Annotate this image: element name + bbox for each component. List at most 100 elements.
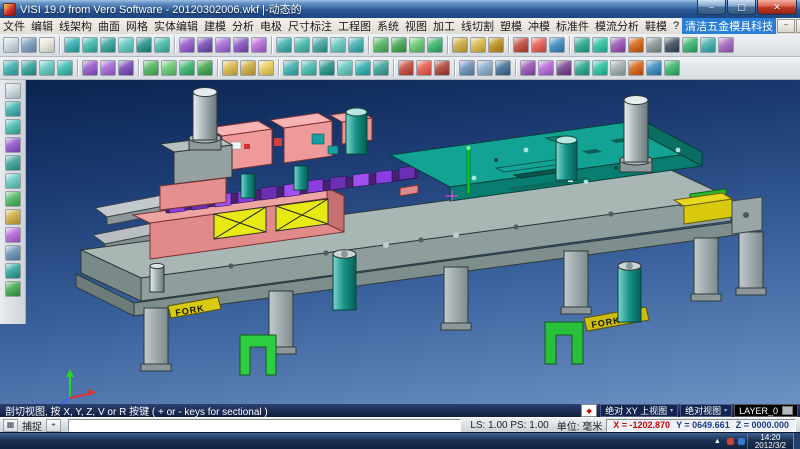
- toolbar-icon[interactable]: [5, 119, 21, 135]
- guide-post-right[interactable]: [620, 96, 652, 173]
- toolbar-icon[interactable]: [215, 37, 231, 53]
- menu-item[interactable]: 线架构: [56, 18, 95, 34]
- toolbar-icon[interactable]: [610, 60, 626, 76]
- menu-item[interactable]: 冲模: [525, 18, 553, 34]
- toolbar-icon[interactable]: [276, 37, 292, 53]
- toolbar-icon[interactable]: [373, 60, 389, 76]
- toolbar-icon[interactable]: [5, 173, 21, 189]
- toolbar-icon[interactable]: [21, 60, 37, 76]
- toolbar-icon[interactable]: [664, 60, 680, 76]
- toolbar-icon[interactable]: [398, 60, 414, 76]
- menu-item[interactable]: 曲面: [95, 18, 123, 34]
- toolbar-icon[interactable]: [161, 60, 177, 76]
- toolbar-icon[interactable]: [409, 37, 425, 53]
- view-selector-absolute[interactable]: 绝对视图 ▾: [680, 404, 732, 417]
- menu-item[interactable]: 分析: [229, 18, 257, 34]
- menu-item[interactable]: 工程图: [335, 18, 374, 34]
- cad-model-canvas[interactable]: FORK FORK: [26, 80, 800, 404]
- menu-item[interactable]: 鞋模: [642, 18, 670, 34]
- menu-item[interactable]: 塑模: [497, 18, 525, 34]
- menu-item[interactable]: 线切割: [458, 18, 497, 34]
- toolbar-icon[interactable]: [3, 37, 19, 53]
- toolbar-icon[interactable]: [82, 37, 98, 53]
- toolbar-icon[interactable]: [628, 60, 644, 76]
- menu-item-highlight[interactable]: 清洁五金模具科技: [682, 18, 776, 34]
- toolbar-icon[interactable]: [5, 281, 21, 297]
- toolbar-icon[interactable]: [21, 37, 37, 53]
- toolbar-icon[interactable]: [574, 37, 590, 53]
- toolbar-icon[interactable]: [100, 37, 116, 53]
- toolbar-icon[interactable]: [179, 37, 195, 53]
- toolbar-icon[interactable]: [592, 37, 608, 53]
- menu-item[interactable]: 模流分析: [592, 18, 642, 34]
- toolbar-icon[interactable]: [251, 37, 267, 53]
- toolbar-icon[interactable]: [610, 37, 626, 53]
- toolbar-icon[interactable]: [513, 37, 529, 53]
- toolbar-icon[interactable]: [82, 60, 98, 76]
- toolbar-icon[interactable]: [348, 37, 364, 53]
- toolbar-icon[interactable]: [57, 60, 73, 76]
- toolbar-icon[interactable]: [5, 101, 21, 117]
- prompt-marker-icon[interactable]: ◆: [581, 404, 597, 417]
- grid-toggle-icon[interactable]: ▦: [3, 419, 18, 432]
- toolbar-icon[interactable]: [477, 60, 493, 76]
- toolbar-icon[interactable]: [549, 37, 565, 53]
- toolbar-icon[interactable]: [556, 60, 572, 76]
- toolbar-icon[interactable]: [5, 245, 21, 261]
- toolbar-icon[interactable]: [520, 60, 536, 76]
- layer-selector[interactable]: LAYER_0: [734, 404, 798, 417]
- menu-item[interactable]: ?: [670, 18, 682, 34]
- toolbar-icon[interactable]: [700, 37, 716, 53]
- menu-item[interactable]: 加工: [430, 18, 458, 34]
- close-button[interactable]: ✕: [757, 0, 797, 15]
- toolbar-icon[interactable]: [355, 60, 371, 76]
- status-message-field[interactable]: [68, 419, 461, 432]
- toolbar-icon[interactable]: [143, 60, 159, 76]
- toolbar-icon[interactable]: [5, 191, 21, 207]
- toolbar-icon[interactable]: [330, 37, 346, 53]
- toolbar-icon[interactable]: [416, 60, 432, 76]
- menu-item[interactable]: 电极: [257, 18, 285, 34]
- toolbar-icon[interactable]: [118, 60, 134, 76]
- toolbar-icon[interactable]: [718, 37, 734, 53]
- toolbar-icon[interactable]: [233, 37, 249, 53]
- toolbar-icon[interactable]: [222, 60, 238, 76]
- toolbar-icon[interactable]: [5, 155, 21, 171]
- tray-icon[interactable]: [727, 438, 734, 445]
- toolbar-icon[interactable]: [3, 60, 19, 76]
- toolbar-icon[interactable]: [100, 60, 116, 76]
- minimize-button[interactable]: –: [697, 0, 726, 15]
- toolbar-icon[interactable]: [373, 37, 389, 53]
- toolbar-icon[interactable]: [5, 83, 21, 99]
- toolbar-icon[interactable]: [646, 60, 662, 76]
- view-selector-absolute-xy[interactable]: 绝对 XY 上视图 ▾: [600, 404, 678, 417]
- snap-toggle-icon[interactable]: ⌖: [46, 419, 61, 432]
- menu-item[interactable]: 尺寸标注: [285, 18, 335, 34]
- toolbar-icon[interactable]: [5, 137, 21, 153]
- tray-icon[interactable]: [738, 438, 745, 445]
- toolbar-icon[interactable]: [574, 60, 590, 76]
- toolbar-icon[interactable]: [301, 60, 317, 76]
- toolbar-icon[interactable]: [319, 60, 335, 76]
- toolbar-icon[interactable]: [628, 37, 644, 53]
- toolbar-icon[interactable]: [495, 60, 511, 76]
- toolbar-icon[interactable]: [5, 227, 21, 243]
- menu-item[interactable]: 文件: [0, 18, 28, 34]
- toolbar-icon[interactable]: [538, 60, 554, 76]
- menu-item[interactable]: 网格: [123, 18, 151, 34]
- toolbar-icon[interactable]: [531, 37, 547, 53]
- toolbar-icon[interactable]: [488, 37, 504, 53]
- toolbar-icon[interactable]: [646, 37, 662, 53]
- toolbar-icon[interactable]: [118, 37, 134, 53]
- spring-cylinder-plate[interactable]: [556, 136, 577, 180]
- toolbar-icon[interactable]: [5, 209, 21, 225]
- toolbar-icon[interactable]: [240, 60, 256, 76]
- toolbar-icon[interactable]: [470, 37, 486, 53]
- toolbar-icon[interactable]: [434, 60, 450, 76]
- menu-item[interactable]: 编辑: [28, 18, 56, 34]
- toolbar-icon[interactable]: [197, 37, 213, 53]
- toolbar-icon[interactable]: [391, 37, 407, 53]
- toolbar-icon[interactable]: [312, 37, 328, 53]
- show-desktop-button[interactable]: [793, 433, 800, 449]
- toolbar-icon[interactable]: [39, 60, 55, 76]
